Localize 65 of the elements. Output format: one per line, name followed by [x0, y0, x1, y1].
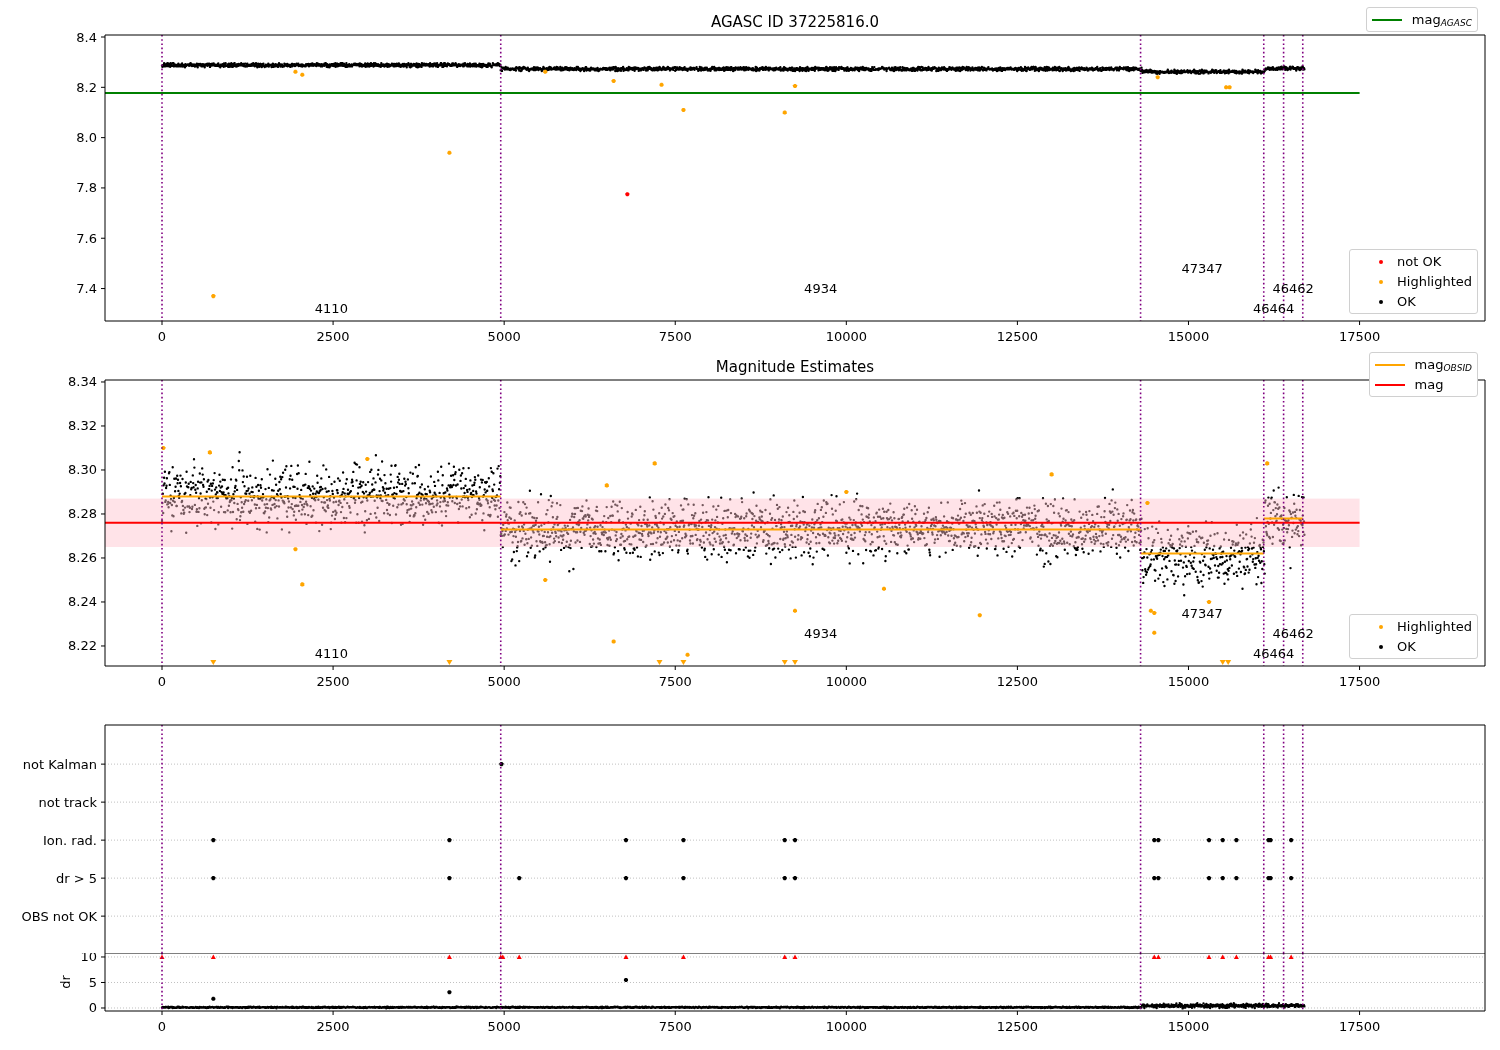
tick-label: 10000: [825, 329, 867, 344]
tick-label: 2500: [316, 329, 350, 344]
tick-label: not track: [38, 794, 97, 810]
tick-label: 12500: [996, 674, 1039, 689]
tick-label: 8.24: [68, 594, 97, 610]
legend-label: mag$_{AGASC}$: [1411, 11, 1472, 28]
tick-label: 8.34: [68, 374, 97, 390]
tick-label: 17500: [1338, 1019, 1381, 1034]
axis-label: dr: [58, 975, 73, 989]
tick-label: 0: [157, 329, 167, 344]
obsid-label: 47347: [1181, 261, 1223, 276]
tick-label: 10000: [825, 1019, 867, 1034]
obsid-label: 46462: [1272, 626, 1314, 641]
chart-title: Magnitude Estimates: [715, 358, 875, 376]
legend-label: mag: [1414, 377, 1444, 392]
tick-label: 7500: [658, 1019, 692, 1034]
tick-label: 5000: [487, 329, 521, 344]
tick-label: 10000: [825, 674, 867, 689]
tick-label: 7.6: [76, 230, 97, 246]
legend-label: not OK: [1397, 254, 1442, 269]
legend-label: Highlighted: [1397, 619, 1472, 634]
legend-label: mag$_{OBSID}$: [1414, 356, 1472, 373]
tick-label: OBS not OK: [21, 908, 97, 924]
obsid-label: 46464: [1253, 646, 1295, 661]
tick-label: 2500: [316, 1019, 350, 1034]
tick-label: dr > 5: [55, 870, 97, 886]
obsid-label: 4110: [314, 301, 348, 316]
obsid-label: 4110: [314, 646, 348, 661]
tick-label: 5000: [487, 674, 521, 689]
obsid-label: 47347: [1181, 606, 1223, 621]
tick-label: 15000: [1167, 329, 1210, 344]
tick-label: 12500: [996, 329, 1039, 344]
tick-label: 12500: [996, 1019, 1039, 1034]
tick-label: 8.2: [76, 79, 97, 95]
tick-label: not Kalman: [22, 756, 97, 772]
tick-label: 5: [88, 975, 97, 990]
tick-label: 15000: [1167, 1019, 1210, 1034]
obsid-label: 46462: [1272, 281, 1314, 296]
tick-label: 2500: [316, 674, 350, 689]
tick-label: 8.22: [68, 638, 97, 654]
tick-label: 8.28: [68, 506, 97, 522]
tick-label: 5000: [487, 1019, 521, 1034]
tick-label: 0: [88, 1000, 97, 1016]
tick-label: 7.4: [76, 281, 97, 297]
tick-label: 17500: [1338, 329, 1381, 344]
obsid-label: 4934: [804, 626, 838, 641]
tick-label: 0: [157, 1019, 167, 1034]
tick-label: 8.30: [68, 462, 97, 478]
tick-label: 8.4: [76, 29, 97, 45]
legend-label: OK: [1397, 639, 1416, 654]
legend-label: Highlighted: [1397, 274, 1472, 289]
obsid-label: 46464: [1253, 301, 1295, 316]
tick-label: 17500: [1338, 674, 1381, 689]
tick-label: 8.32: [68, 418, 97, 434]
tick-label: 7500: [658, 329, 692, 344]
tick-label: 7500: [658, 674, 692, 689]
tick-label: 7.8: [76, 180, 97, 196]
tick-label: Ion. rad.: [43, 832, 97, 848]
tick-label: 8.0: [76, 130, 97, 146]
chart-title: AGASC ID 37225816.0: [711, 13, 879, 31]
tick-label: 0: [157, 674, 167, 689]
tick-label: 15000: [1167, 674, 1210, 689]
tick-label: 8.26: [68, 550, 97, 566]
legend-label: OK: [1397, 294, 1416, 309]
obsid-label: 4934: [804, 281, 838, 296]
